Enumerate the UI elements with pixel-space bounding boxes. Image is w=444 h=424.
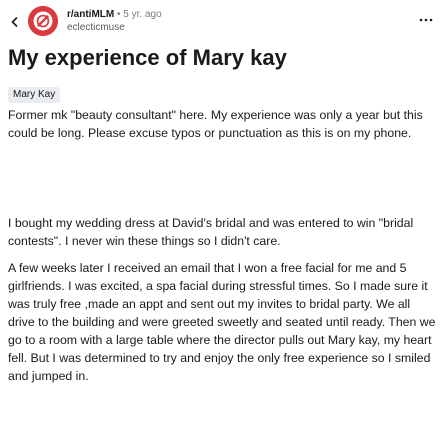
- back-button[interactable]: [8, 15, 22, 29]
- post-header: r/antiMLM • 5 yr. ago eclecticmuse: [0, 0, 444, 44]
- post-flair[interactable]: Mary Kay: [8, 87, 61, 103]
- meta-separator: •: [117, 9, 121, 20]
- no-symbol-logo-icon: [28, 6, 58, 36]
- post-title: My experience of Mary kay: [8, 45, 287, 70]
- subreddit-avatar[interactable]: [28, 6, 58, 36]
- back-arrow-icon: [9, 16, 21, 28]
- post-age: 5 yr. ago: [123, 9, 162, 20]
- post-paragraph-2: I bought my wedding dress at David's bri…: [8, 216, 414, 248]
- post-meta: r/antiMLM • 5 yr. ago eclecticmuse: [67, 9, 162, 34]
- more-options-button[interactable]: [416, 10, 436, 30]
- more-horizontal-icon: [419, 18, 433, 22]
- post-paragraph-3: A few weeks later I received an email th…: [8, 261, 436, 383]
- subreddit-name[interactable]: r/antiMLM: [67, 9, 114, 20]
- author-username[interactable]: eclecticmuse: [67, 22, 162, 34]
- post-paragraph-1: Former mk "beauty consultant" here. My e…: [8, 108, 423, 140]
